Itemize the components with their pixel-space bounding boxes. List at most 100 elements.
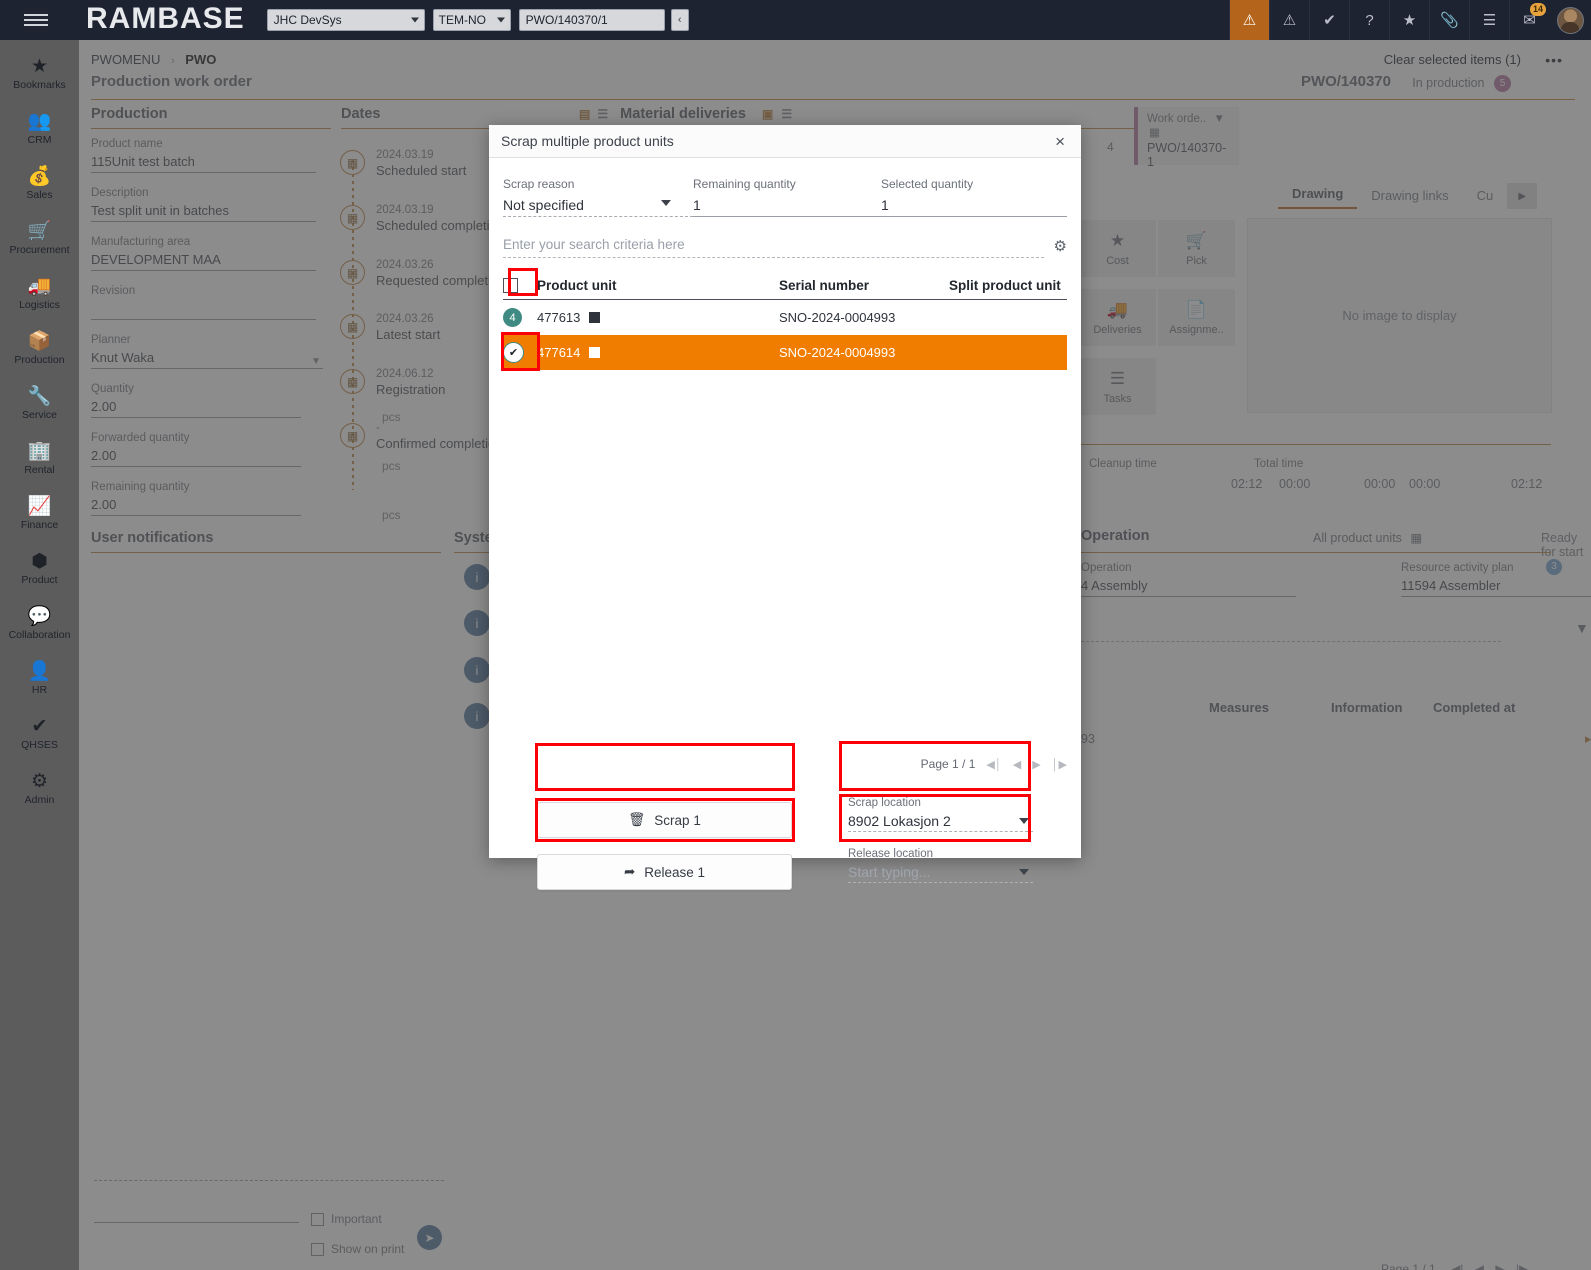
open-external-icon[interactable] [589, 312, 601, 323]
release-location-select[interactable]: Release location Start typing... [848, 848, 1033, 883]
field-planner-value[interactable]: Knut Waka [91, 350, 323, 365]
table-row[interactable]: ✔ 477614 SNO-2024-0004993 [503, 335, 1067, 370]
sidebar-item-bookmarks[interactable]: ★ Bookmarks [0, 46, 79, 101]
alert-icon[interactable]: ⚠ [1269, 0, 1309, 40]
prev-page-icon[interactable]: ◀ [1013, 758, 1021, 771]
field-product-name-value[interactable]: 115Unit test batch [91, 154, 316, 169]
field-manufacturing-area-value[interactable]: DEVELOPMENT MAA [91, 252, 316, 267]
open-external-icon[interactable]: ▦ [1410, 531, 1422, 545]
first-page-icon[interactable]: ◀│ [986, 758, 1001, 771]
sidebar-item-finance[interactable]: 📈 Finance [0, 486, 79, 541]
timeline-item[interactable]: ▦ 2024.03.26 Requested completion [340, 259, 505, 288]
timeline-item[interactable]: ▦ 2024.06.12 Registration [340, 368, 445, 397]
sidebar-item-service[interactable]: 🔧 Service [0, 376, 79, 431]
sidebar-item-hr[interactable]: 👤 HR [0, 651, 79, 706]
timeline-item[interactable]: ▦ 2024.03.26 Latest start [340, 313, 440, 342]
column-header-split-product-unit[interactable]: Split product unit [949, 278, 1067, 293]
checkbox-box-icon[interactable] [311, 1242, 324, 1256]
checkbox-important[interactable]: Important [311, 1212, 382, 1226]
tool-button-tasks[interactable]: ☰ Tasks [1079, 358, 1156, 415]
open-external-icon[interactable]: ▦ [1149, 127, 1160, 139]
remaining-quantity-field[interactable]: Remaining quantity 1 [693, 177, 881, 217]
first-page-icon[interactable]: ◀| [1451, 1262, 1463, 1270]
list-view-icon[interactable]: ▤ [579, 107, 590, 121]
gear-icon[interactable]: ⚙ [1054, 237, 1067, 258]
favorites-star-icon[interactable]: ★ [1389, 0, 1429, 40]
timeline-item[interactable]: ▦ - Confirmed completion [340, 422, 502, 451]
operation-search-input[interactable] [1081, 618, 1501, 642]
checkbox-box-icon[interactable] [311, 1212, 324, 1226]
scrap-button[interactable]: 🗑 Scrap 1 [537, 802, 792, 838]
tool-button-deliveries[interactable]: 🚚 Deliveries [1079, 289, 1156, 346]
select-all-checkbox[interactable] [503, 278, 518, 293]
scrap-location-select[interactable]: Scrap location 8902 Lokasjon 2 [848, 797, 1033, 832]
search-input[interactable]: Enter your search criteria here [503, 237, 1044, 258]
sidebar-item-sales[interactable]: 💰 Sales [0, 156, 79, 211]
chevron-down-icon[interactable]: ▼ [311, 356, 321, 367]
last-page-icon[interactable]: |▶ [1516, 1262, 1528, 1270]
row-selected-checkbox[interactable]: ✔ [503, 342, 524, 363]
tab-drawing[interactable]: Drawing [1278, 180, 1358, 209]
global-search-input[interactable]: PWO/140370/1 [518, 9, 665, 31]
close-icon[interactable]: × [1051, 131, 1069, 152]
prev-page-icon[interactable]: ◀ [1475, 1262, 1484, 1270]
user-avatar-button[interactable] [1549, 0, 1591, 40]
sidebar-item-collaboration[interactable]: 💬 Collaboration [0, 596, 79, 651]
field-forwarded-quantity-value[interactable]: 2.00 [91, 448, 301, 463]
last-page-icon[interactable]: │▶ [1052, 758, 1067, 771]
open-external-icon[interactable] [589, 347, 601, 358]
field-revision-value[interactable] [91, 301, 316, 316]
filter-icon[interactable]: ▼ [1575, 620, 1589, 636]
timeline-item[interactable]: ▦ 2024.03.19 Scheduled completion [340, 204, 504, 233]
field-operation-value[interactable]: 4 Assembly [1081, 578, 1296, 593]
selected-quantity-field[interactable]: Selected quantity 1 [881, 177, 1067, 217]
tool-button-pick[interactable]: 🛒 Pick [1158, 220, 1235, 277]
sidebar-item-crm[interactable]: 👥 CRM [0, 101, 79, 156]
verified-icon[interactable]: ✔ [1309, 0, 1349, 40]
tabs-next-icon[interactable]: ▶ [1507, 183, 1538, 209]
field-remaining-quantity-value[interactable]: 2.00 [91, 497, 301, 512]
detail-view-icon[interactable]: ☰ [597, 107, 608, 121]
next-page-icon[interactable]: ▶ [1032, 758, 1040, 771]
sidebar-item-logistics[interactable]: 🚚 Logistics [0, 266, 79, 321]
row-expand-icon[interactable]: ▸ [1585, 731, 1591, 747]
tool-button-cost[interactable]: ★ Cost [1079, 220, 1156, 277]
list-icon[interactable]: ☰ [1469, 0, 1509, 40]
scrap-reason-select[interactable]: Scrap reason Not specified [503, 177, 693, 217]
release-button[interactable]: ➦ Release 1 [537, 854, 792, 890]
collapse-button[interactable]: ‹ [670, 9, 689, 31]
chart-view-icon[interactable]: ▣ [762, 107, 773, 121]
row-product-unit-value[interactable]: 477614 [537, 345, 580, 360]
send-button[interactable]: ➤ [417, 1225, 442, 1250]
field-resource-activity-plan-value[interactable]: 11594 Assembler [1401, 578, 1591, 593]
field-quantity-value[interactable]: 2.00 [91, 399, 301, 414]
hamburger-menu-icon[interactable] [0, 0, 72, 40]
warning-icon[interactable]: ⚠ [1229, 0, 1269, 40]
row-product-unit-value[interactable]: 477613 [537, 310, 580, 325]
attachment-icon[interactable]: 📎 [1429, 0, 1469, 40]
mail-icon[interactable]: ✉ 14 [1509, 0, 1549, 40]
table-row[interactable]: 4 477613 SNO-2024-0004993 [503, 300, 1067, 335]
sidebar-item-production[interactable]: 📦 Production [0, 321, 79, 376]
tab-drawing-links[interactable]: Drawing links [1357, 182, 1462, 209]
notification-input-dashed[interactable] [94, 1180, 444, 1181]
sidebar-item-procurement[interactable]: 🛒 Procurement [0, 211, 79, 266]
location-selector[interactable]: TEM-NO [432, 9, 511, 31]
all-product-units-link[interactable]: All product units ▦ [1313, 530, 1422, 545]
sidebar-item-qhses[interactable]: ✔ QHSES [0, 706, 79, 761]
column-header-product-unit[interactable]: Product unit [537, 278, 779, 293]
rows-view-icon[interactable]: ☰ [781, 107, 792, 121]
sidebar-item-product[interactable]: ⬢ Product [0, 541, 79, 596]
notification-input-line[interactable] [94, 1222, 299, 1223]
overflow-menu-icon[interactable]: ••• [1545, 52, 1563, 68]
tool-button-assignments[interactable]: 📄 Assignme.. [1158, 289, 1235, 346]
breadcrumb-root[interactable]: PWOMENU [91, 52, 160, 67]
sidebar-item-rental[interactable]: 🏢 Rental [0, 431, 79, 486]
company-selector[interactable]: JHC DevSys [266, 9, 425, 31]
help-icon[interactable]: ? [1349, 0, 1389, 40]
clear-selected-items-link[interactable]: Clear selected items (1) [1384, 52, 1521, 67]
work-order-card[interactable]: Work orde.. ▼ ▦ PWO/140370-1 [1134, 107, 1239, 169]
column-header-serial-number[interactable]: Serial number [779, 278, 949, 293]
field-description-value[interactable]: Test split unit in batches [91, 203, 316, 218]
next-page-icon[interactable]: ▶ [1495, 1262, 1504, 1270]
